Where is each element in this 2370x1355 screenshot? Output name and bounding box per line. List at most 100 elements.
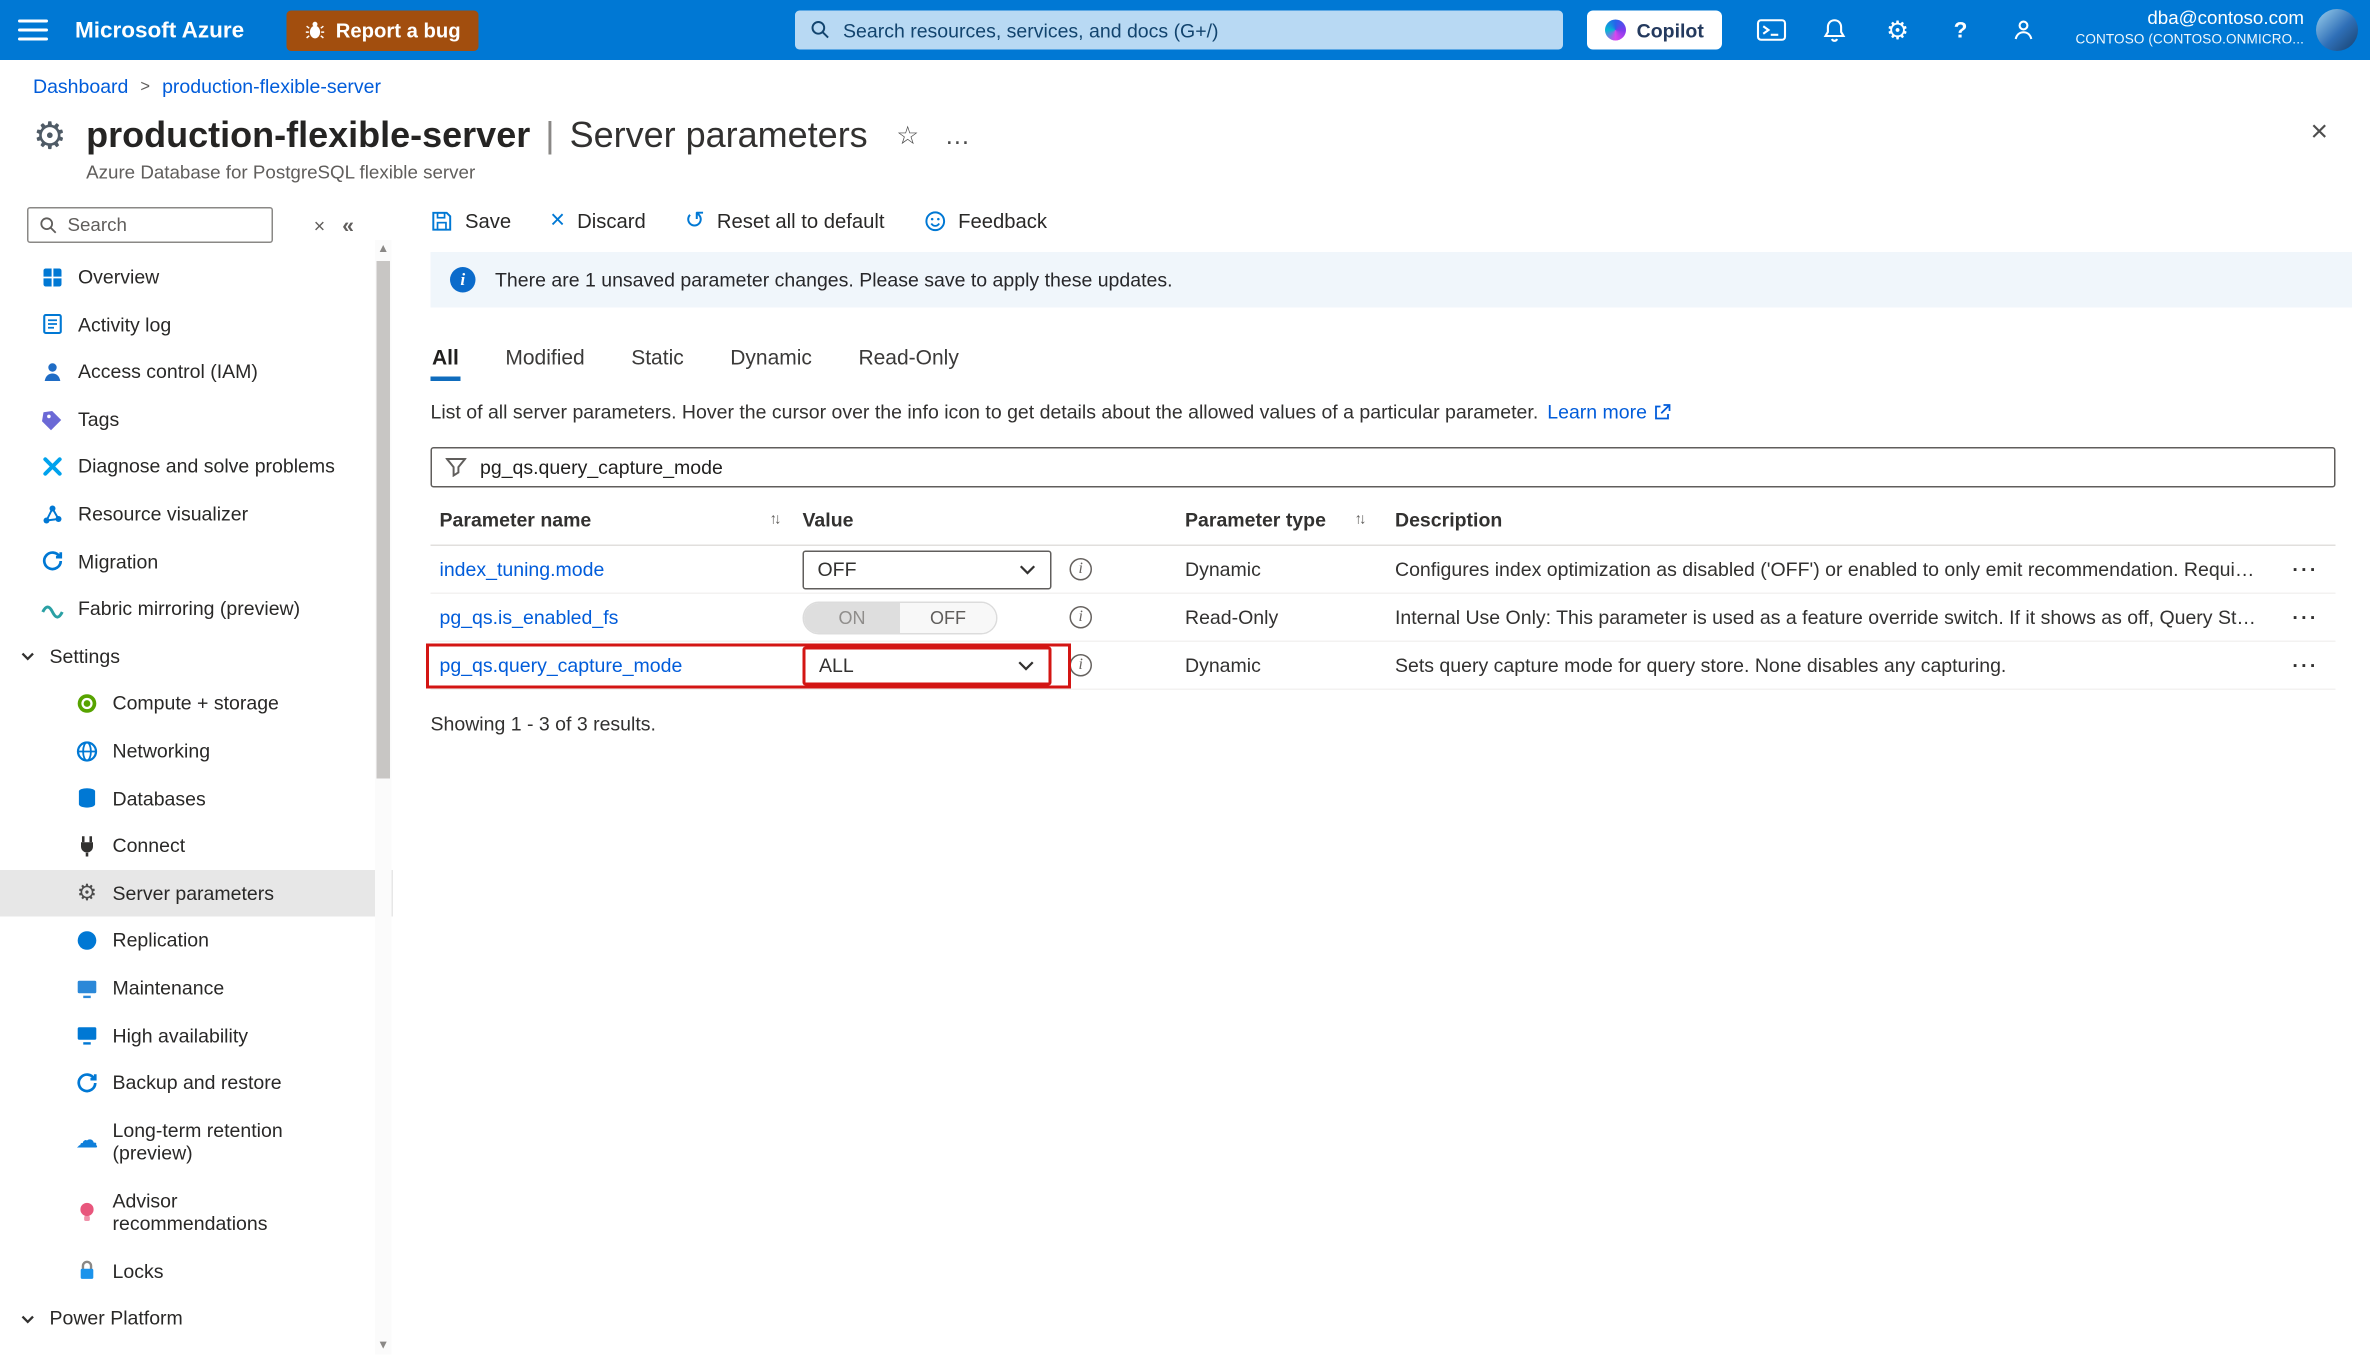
hamburger-menu-icon[interactable] (18, 19, 48, 41)
sidebar-item-advisor-recommendations[interactable]: Advisor recommendations (0, 1177, 393, 1248)
parameter-filter-input[interactable] (480, 456, 2321, 479)
row-actions-icon[interactable]: ··· (2276, 606, 2336, 629)
command-bar: Save × Discard ↺ Reset all to default Fe… (431, 195, 2370, 246)
favorite-star-icon[interactable]: ☆ (896, 114, 919, 158)
account-info[interactable]: dba@contoso.com CONTOSO (CONTOSO.ONMICRO… (2075, 8, 2304, 50)
param-link-pg-qs-query-capture-mode[interactable]: pg_qs.query_capture_mode (440, 654, 683, 677)
maintenance-icon (75, 976, 99, 1000)
help-icon[interactable]: ? (1944, 17, 1977, 43)
sidebar-item-maintenance[interactable]: Maintenance (0, 964, 393, 1011)
sidebar-item-tags[interactable]: Tags (0, 396, 393, 443)
sidebar-item-server-parameters[interactable]: ⚙ Server parameters (0, 869, 393, 917)
sidebar-search-input[interactable] (28, 208, 272, 242)
scroll-down-icon[interactable]: ▼ (377, 1337, 389, 1355)
sidebar-collapse-icon[interactable]: « (342, 213, 354, 237)
scroll-up-icon[interactable]: ▲ (377, 240, 389, 258)
close-blade-icon[interactable]: × (2310, 117, 2328, 147)
tab-all[interactable]: All (430, 345, 461, 381)
sidebar-item-networking[interactable]: Networking (0, 727, 393, 774)
unsaved-changes-banner: i There are 1 unsaved parameter changes.… (430, 252, 2352, 308)
notifications-bell-icon[interactable] (1818, 17, 1851, 43)
learn-more-link[interactable]: Learn more (1547, 401, 1671, 423)
parameters-table: Parameter name ↑↓ Value Parameter type ↑… (426, 495, 2336, 690)
value-dropdown-index-tuning-mode[interactable]: OFF (802, 549, 1052, 589)
networking-icon (75, 739, 99, 763)
sidebar-item-databases[interactable]: Databases (0, 775, 393, 822)
sort-icon[interactable]: ↑↓ (770, 512, 782, 529)
breadcrumb-dashboard[interactable]: Dashboard (33, 75, 128, 98)
sidebar-item-resource-visualizer[interactable]: Resource visualizer (0, 490, 393, 537)
parameter-filter (430, 447, 2336, 488)
sidebar-group-power-platform[interactable]: Power Platform (0, 1295, 393, 1342)
breadcrumb-separator: > (140, 77, 151, 96)
breadcrumb-server[interactable]: production-flexible-server (162, 75, 381, 98)
feedback-smiley-icon (924, 209, 947, 232)
fabric-mirroring-icon (41, 597, 65, 621)
sidebar-item-fabric-mirroring[interactable]: Fabric mirroring (preview) (0, 585, 393, 632)
discard-button[interactable]: × Discard (550, 207, 646, 233)
sidebar-item-high-availability[interactable]: High availability (0, 1012, 393, 1059)
sort-icon[interactable]: ↑↓ (1355, 512, 1367, 529)
azure-brand[interactable]: Microsoft Azure (75, 17, 244, 43)
account-email: dba@contoso.com (2147, 7, 2304, 29)
bug-icon (304, 20, 325, 41)
long-term-retention-icon: ☁ (75, 1128, 99, 1154)
param-type: Dynamic (1185, 654, 1261, 677)
sidebar-group-settings[interactable]: Settings (0, 633, 393, 680)
backup-restore-icon (75, 1071, 99, 1095)
report-a-bug-button[interactable]: Report a bug (286, 9, 479, 51)
page-subtitle: Azure Database for PostgreSQL flexible s… (86, 162, 476, 183)
results-count: Showing 1 - 3 of 3 results. (430, 712, 656, 736)
row-actions-icon[interactable]: ··· (2276, 654, 2336, 677)
sidebar-item-diagnose-solve-problems[interactable]: Diagnose and solve problems (0, 443, 393, 490)
value-toggle-pg-qs-is-enabled-fs[interactable]: ON OFF (802, 600, 998, 634)
table-header-row: Parameter name ↑↓ Value Parameter type ↑… (430, 495, 2336, 546)
sidebar-scrollbar[interactable]: ▲ ▼ (375, 240, 392, 1355)
chevron-down-icon (20, 648, 37, 665)
reset-all-to-default-button[interactable]: ↺ Reset all to default (685, 209, 885, 233)
tab-modified[interactable]: Modified (504, 345, 586, 381)
sidebar-item-locks[interactable]: Locks (0, 1248, 393, 1295)
banner-text: There are 1 unsaved parameter changes. P… (495, 268, 1173, 292)
param-link-index-tuning-mode[interactable]: index_tuning.mode (440, 558, 605, 581)
sidebar-item-overview[interactable]: Overview (0, 254, 393, 301)
tags-icon (41, 407, 65, 431)
param-info-icon[interactable]: i (1069, 654, 1092, 677)
value-dropdown-pg-qs-query-capture-mode[interactable]: ALL (802, 645, 1052, 685)
sidebar-item-long-term-retention[interactable]: ☁ Long-term retention (preview) (0, 1107, 393, 1178)
resource-visualizer-icon (41, 502, 65, 526)
sidebar-search-clear-icon[interactable]: × (309, 214, 330, 237)
header-parameter-type[interactable]: Parameter type ↑↓ (1178, 509, 1388, 532)
diagnose-icon (41, 455, 65, 479)
param-info-icon[interactable]: i (1069, 606, 1092, 629)
avatar[interactable] (2316, 9, 2358, 51)
settings-gear-icon[interactable]: ⚙ (1881, 17, 1914, 43)
tab-read-only[interactable]: Read-Only (857, 345, 960, 381)
copilot-button[interactable]: Copilot (1587, 10, 1722, 50)
save-button[interactable]: Save (431, 209, 511, 232)
feedback-person-icon[interactable] (2007, 18, 2040, 42)
sidebar-item-connect[interactable]: Connect (0, 822, 393, 869)
search-icon (810, 20, 830, 40)
param-description: Configures index optimization as disable… (1395, 558, 2276, 581)
sidebar-item-backup-restore[interactable]: Backup and restore (0, 1059, 393, 1106)
feedback-button[interactable]: Feedback (924, 209, 1047, 232)
access-control-icon (41, 360, 65, 384)
tab-dynamic[interactable]: Dynamic (729, 345, 814, 381)
chevron-down-icon (20, 1310, 37, 1327)
cloud-shell-icon[interactable] (1755, 18, 1788, 42)
global-search-input[interactable] (795, 10, 1563, 50)
header-parameter-name[interactable]: Parameter name ↑↓ (431, 509, 803, 532)
scrollbar-thumb[interactable] (376, 261, 390, 779)
tab-static[interactable]: Static (630, 345, 686, 381)
sidebar-item-access-control-iam[interactable]: Access control (IAM) (0, 348, 393, 395)
param-link-pg-qs-is-enabled-fs[interactable]: pg_qs.is_enabled_fs (440, 606, 619, 629)
sidebar-item-migration[interactable]: Migration (0, 538, 393, 585)
sidebar-item-compute-storage[interactable]: Compute + storage (0, 680, 393, 727)
param-info-icon[interactable]: i (1069, 558, 1092, 581)
sidebar-item-replication[interactable]: Replication (0, 917, 393, 964)
sidebar-item-activity-log[interactable]: Activity log (0, 301, 393, 348)
more-options-icon[interactable]: … (945, 122, 972, 148)
header-description: Description (1395, 508, 1503, 532)
row-actions-icon[interactable]: ··· (2276, 558, 2336, 581)
